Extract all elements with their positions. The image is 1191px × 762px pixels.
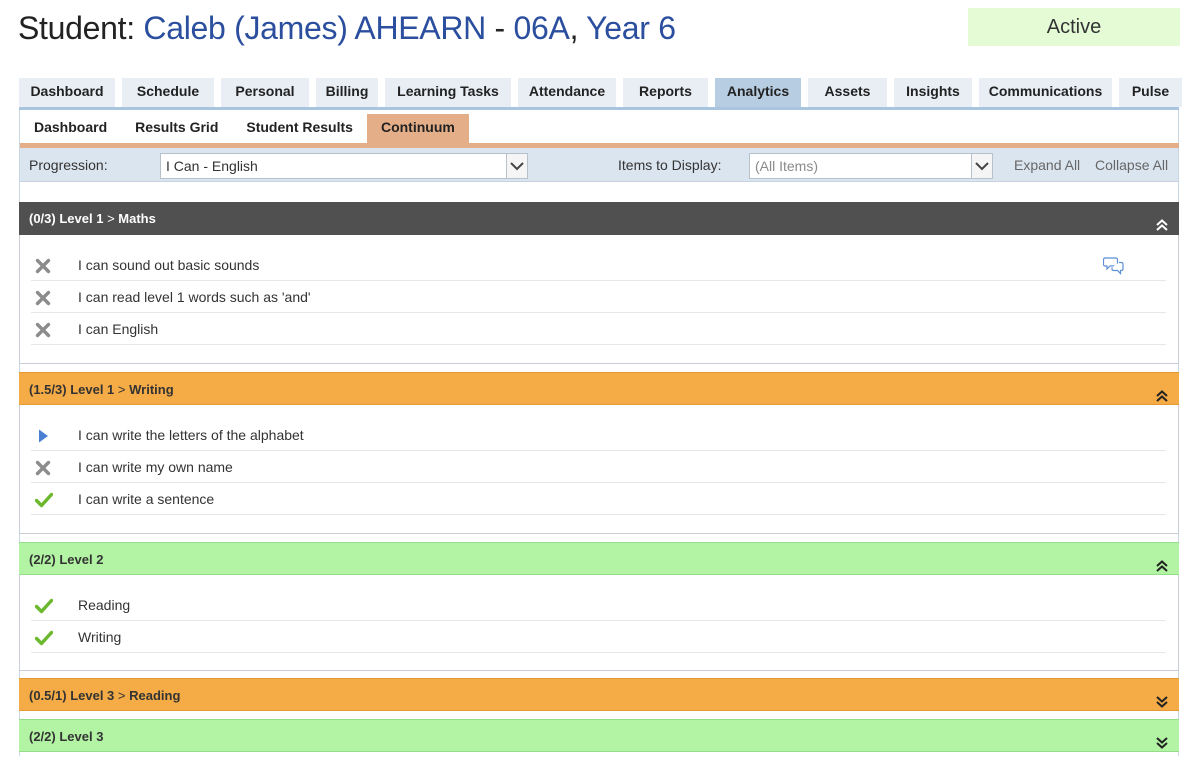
section-level: Level 3 xyxy=(59,729,104,744)
title-comma: , xyxy=(569,10,579,46)
section-score: (2/2) xyxy=(29,552,56,567)
section-score: (0.5/1) xyxy=(29,688,67,703)
section-body: I can sound out basic sounds I can read l… xyxy=(19,235,1179,364)
student-name-link[interactable]: Caleb (James) AHEARN xyxy=(143,10,486,46)
cross-icon xyxy=(35,322,51,338)
section-title: (0.5/1) Level 3 > Reading xyxy=(29,679,180,712)
item-text: Reading xyxy=(78,597,131,613)
progression-value: I Can - English xyxy=(166,158,258,174)
section-score: (2/2) xyxy=(29,729,56,744)
expand-all-link[interactable]: Expand All xyxy=(1014,148,1080,182)
item-text: I can English xyxy=(78,321,159,337)
list-item: Reading xyxy=(31,589,1166,621)
comment-icon[interactable] xyxy=(1102,256,1125,276)
section-level: Level 1 xyxy=(70,382,115,397)
collapse-chevron-up-icon[interactable] xyxy=(1155,552,1169,572)
section-body: Reading Writing xyxy=(19,575,1179,671)
list-item: I can write the letters of the alphabet xyxy=(31,419,1166,451)
status-badge: Active xyxy=(968,8,1180,46)
tab-attendance[interactable]: Attendance xyxy=(518,78,616,107)
section-header[interactable]: (1.5/3) Level 1 > Writing xyxy=(19,372,1179,405)
item-text: I can write a sentence xyxy=(78,491,215,507)
expand-chevron-down-icon[interactable] xyxy=(1155,688,1169,708)
cross-icon xyxy=(35,460,51,476)
section-title: (2/2) Level 3 xyxy=(29,720,103,753)
collapse-chevron-up-icon[interactable] xyxy=(1155,211,1169,231)
cross-icon xyxy=(35,290,51,306)
sub-tab-bar: Dashboard Results Grid Student Results Cont… xyxy=(20,114,469,143)
tab-analytics[interactable]: Analytics xyxy=(715,78,801,108)
check-icon xyxy=(34,598,54,614)
page-title: Student: Caleb (James) AHEARN - 06A, Yea… xyxy=(18,8,676,48)
list-item: I can write a sentence xyxy=(31,483,1166,515)
list-item: I can sound out basic sounds xyxy=(31,249,1166,281)
collapse-chevron-up-icon[interactable] xyxy=(1155,382,1169,402)
progression-select[interactable]: I Can - English xyxy=(160,153,528,179)
title-label: Student: xyxy=(18,10,135,46)
filter-bar: Progression: I Can - English Items to Di… xyxy=(20,148,1178,182)
list-item: I can read level 1 words such as 'and' xyxy=(31,281,1166,313)
in-progress-icon xyxy=(35,428,51,444)
section-level: Level 3 xyxy=(70,688,115,703)
section-title: (2/2) Level 2 xyxy=(29,543,103,576)
chevron-down-icon[interactable] xyxy=(971,154,992,178)
tab-insights[interactable]: Insights xyxy=(894,78,972,107)
item-text: I can read level 1 words such as 'and' xyxy=(78,289,311,305)
item-text: I can sound out basic sounds xyxy=(78,257,260,273)
expand-chevron-down-icon[interactable] xyxy=(1155,729,1169,749)
item-text: I can write the letters of the alphabet xyxy=(78,427,304,443)
items-to-display-label: Items to Display: xyxy=(618,157,722,173)
tab-dashboard[interactable]: Dashboard xyxy=(19,78,115,107)
breadcrumb-separator: > xyxy=(117,688,126,703)
breadcrumb-separator: > xyxy=(107,211,115,226)
section-header[interactable]: (2/2) Level 2 xyxy=(19,542,1179,575)
form-link[interactable]: 06A xyxy=(514,10,570,46)
tab-communications[interactable]: Communications xyxy=(979,78,1112,107)
section-body: I can write the letters of the alphabet I… xyxy=(19,405,1179,534)
list-item: I can English xyxy=(31,313,1166,345)
section-score: (0/3) xyxy=(29,211,56,226)
item-text: Writing xyxy=(78,629,122,645)
section-level: Level 2 xyxy=(59,552,104,567)
section-area: Reading xyxy=(129,688,181,703)
tab-pulse[interactable]: Pulse xyxy=(1119,78,1182,107)
tab-billing[interactable]: Billing xyxy=(316,78,378,107)
items-to-display-select[interactable]: (All Items) xyxy=(749,153,993,179)
section-level: Level 1 xyxy=(59,211,104,226)
section-header[interactable]: (0/3) Level 1 > Maths xyxy=(19,202,1179,235)
list-item: Writing xyxy=(31,621,1166,653)
subtab-continuum[interactable]: Continuum xyxy=(366,114,469,143)
subtab-results-grid[interactable]: Results Grid xyxy=(121,114,232,143)
tab-learning-tasks[interactable]: Learning Tasks xyxy=(385,78,511,107)
tab-assets[interactable]: Assets xyxy=(808,78,887,107)
breadcrumb-separator: > xyxy=(117,382,126,397)
tab-personal[interactable]: Personal xyxy=(221,78,309,107)
section-area: Writing xyxy=(129,382,174,397)
section-header[interactable]: (2/2) Level 3 xyxy=(19,719,1179,752)
check-icon xyxy=(34,630,54,646)
title-separator: - xyxy=(485,10,514,46)
section-title: (0/3) Level 1 > Maths xyxy=(29,202,156,235)
subtab-student-results[interactable]: Student Results xyxy=(232,114,367,143)
tab-reports[interactable]: Reports xyxy=(623,78,708,107)
year-link[interactable]: Year 6 xyxy=(586,10,676,46)
collapse-all-link[interactable]: Collapse All xyxy=(1095,148,1168,182)
section-header[interactable]: (0.5/1) Level 3 > Reading xyxy=(19,678,1179,711)
subtab-dashboard[interactable]: Dashboard xyxy=(20,114,121,143)
section-score: (1.5/3) xyxy=(29,382,67,397)
items-to-display-value: (All Items) xyxy=(755,158,818,174)
cross-icon xyxy=(35,258,51,274)
main-tab-bar: Dashboard Schedule Personal Billing Learning… xyxy=(19,78,1189,108)
chevron-down-icon[interactable] xyxy=(506,154,527,178)
list-item: I can write my own name xyxy=(31,451,1166,483)
section-area: Maths xyxy=(118,211,156,226)
progression-label: Progression: xyxy=(29,157,108,173)
item-text: I can write my own name xyxy=(78,459,233,475)
check-icon xyxy=(34,492,54,508)
page-header: Student: Caleb (James) AHEARN - 06A, Yea… xyxy=(18,8,676,52)
section-title: (1.5/3) Level 1 > Writing xyxy=(29,373,174,406)
tab-schedule[interactable]: Schedule xyxy=(122,78,214,107)
